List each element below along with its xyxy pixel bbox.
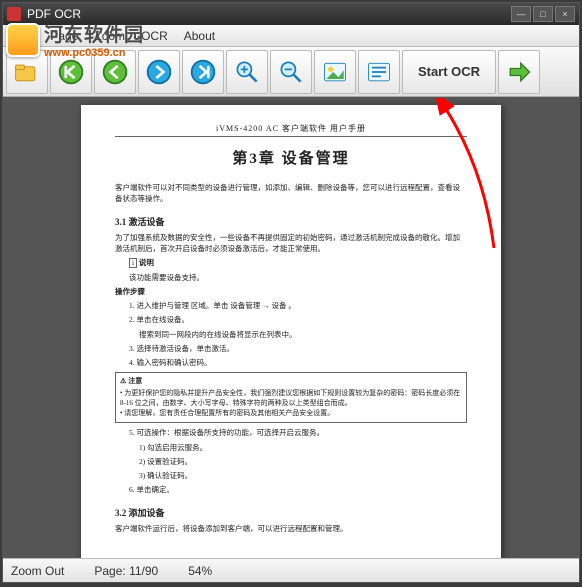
warning-title: 注意: [128, 377, 142, 387]
status-zoom: 54%: [188, 564, 212, 578]
titlebar: PDF OCR — □ ×: [3, 3, 579, 25]
intro-text: 客户端软件可以对不同类型的设备进行管理，如添加、编辑、删除设备等，您可以进行远程…: [115, 182, 467, 205]
warning-text-2: • 请您理解，您有责任合理配置所有的密码及其他相关产品安全设置。: [120, 409, 462, 419]
window-title: PDF OCR: [27, 7, 81, 21]
menu-ocr[interactable]: OCR: [133, 29, 176, 43]
prev-page-button[interactable]: [94, 50, 136, 94]
open-button[interactable]: [6, 50, 48, 94]
text-mode-button[interactable]: [358, 50, 400, 94]
pdf-page: iVMS-4200 AC 客户端软件 用户手册 第3章 设备管理 客户端软件可以…: [81, 105, 501, 558]
section-32-title: 3.2 添加设备: [115, 506, 467, 519]
warning-box: ⚠注意 • 为更好保护您的隐私并提升产品安全性，我们强烈建议您根据如下规则设置较…: [115, 372, 467, 423]
menu-page[interactable]: Page: [42, 29, 86, 43]
statusbar: Zoom Out Page: 11/90 54%: [3, 558, 579, 582]
last-page-button[interactable]: [182, 50, 224, 94]
note-body: 该功能需要设备支持。: [129, 272, 467, 283]
start-ocr-button[interactable]: Start OCR: [402, 50, 496, 94]
step-5-1: 1) 勾选启用云服务。: [139, 442, 467, 453]
section-31-body: 为了加强系统及数据的安全性，一些设备不再提供固定的初始密码，通过激活机制完成设备…: [115, 232, 467, 255]
menu-file[interactable]: File: [7, 29, 42, 43]
image-mode-button[interactable]: [314, 50, 356, 94]
step-1: 1. 进入维护与管理 区域。单击 设备管理 → 设备 。: [129, 300, 467, 311]
step-2: 2. 单击在线设备。: [129, 314, 467, 325]
step-4: 4. 输入密码和确认密码。: [129, 357, 467, 368]
doc-header: iVMS-4200 AC 客户端软件 用户手册: [115, 123, 467, 137]
zoom-out-button[interactable]: [270, 50, 312, 94]
forward-button[interactable]: [498, 50, 540, 94]
maximize-button[interactable]: □: [533, 6, 553, 22]
warning-text-1: • 为更好保护您的隐私并提升产品安全性，我们强烈建议您根据如下规则设置较为复杂的…: [120, 389, 462, 409]
step-5-3: 3) 确认验证码。: [139, 470, 467, 481]
section-31-title: 3.1 激活设备: [115, 215, 467, 228]
zoom-in-button[interactable]: [226, 50, 268, 94]
next-page-button[interactable]: [138, 50, 180, 94]
step-5-2: 2) 设置验证码。: [139, 456, 467, 467]
menu-about[interactable]: About: [176, 29, 223, 43]
document-viewport[interactable]: iVMS-4200 AC 客户端软件 用户手册 第3章 设备管理 客户端软件可以…: [3, 97, 579, 558]
warning-icon: ⚠: [120, 377, 126, 387]
status-state: Zoom Out: [11, 564, 64, 578]
chapter-title: 第3章 设备管理: [115, 147, 467, 168]
app-icon: [7, 7, 21, 21]
note-title: 说明: [139, 258, 154, 267]
minimize-button[interactable]: —: [511, 6, 531, 22]
step-2-note: 搜索到同一网段内的在线设备将显示在列表中。: [139, 329, 467, 340]
toolbar: Start OCR: [3, 47, 579, 97]
menubar: File Page Zoom OCR About: [3, 25, 579, 47]
status-page: Page: 11/90: [94, 564, 158, 578]
note-icon: i: [129, 258, 137, 268]
step-6: 6. 单击确定。: [129, 484, 467, 495]
step-5: 5. 可选操作：根据设备所支持的功能，可选择开启云服务。: [129, 427, 467, 438]
step-3: 3. 选择待激活设备，单击激活。: [129, 343, 467, 354]
first-page-button[interactable]: [50, 50, 92, 94]
close-button[interactable]: ×: [555, 6, 575, 22]
section-32-body: 客户端软件运行后，将设备添加到客户端，可以进行远程配置和管理。: [115, 523, 467, 534]
menu-zoom[interactable]: Zoom: [86, 29, 133, 43]
steps-title: 操作步骤: [115, 287, 145, 296]
